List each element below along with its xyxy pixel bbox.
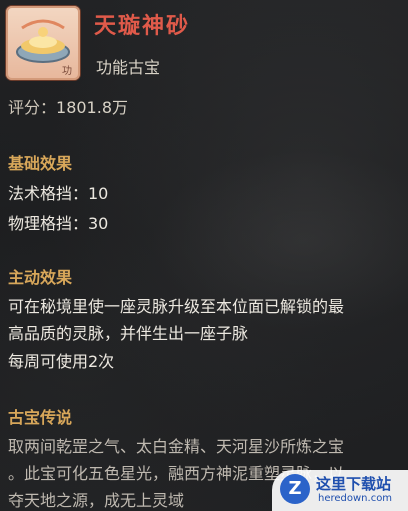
basic-effect-line: 物理格挡：30 — [8, 214, 109, 233]
item-tooltip-panel: 功 天璇神砂 功能古宝 评分：1801.8万 基础效果 法术格挡：10 物理格挡… — [0, 0, 408, 511]
lore-line: 夺天地之源，成无上灵域 — [8, 491, 185, 510]
active-effect-line: 高品质的灵脉，并伴生出一座子脉 — [8, 324, 249, 343]
icon-badge-text: 功 — [62, 65, 72, 77]
rating-label: 评分： — [8, 98, 57, 117]
watermark-title: 这里下载站 — [316, 475, 392, 493]
basic-effects-title: 基础效果 — [8, 154, 73, 173]
watermark-url: heredown.com — [318, 493, 393, 504]
site-watermark: Z 这里下载站 heredown.com — [272, 470, 408, 511]
basic-effect-line: 法术格挡：10 — [8, 184, 109, 203]
active-effect-line: 可在秘境里使一座灵脉升级至本位面已解锁的最 — [8, 297, 345, 316]
lore-line: 取两间乾罡之气、太白金精、天河星沙所炼之宝 — [8, 437, 345, 456]
active-effect-line: 每周可使用2次 — [8, 352, 115, 371]
item-name: 天璇神砂 — [94, 14, 191, 39]
active-effect-title: 主动效果 — [8, 268, 73, 287]
item-icon: 功 — [6, 6, 80, 80]
site-logo-icon: Z — [280, 474, 310, 504]
sand-bowl-icon: 功 — [16, 19, 72, 77]
lore-title: 古宝传说 — [8, 408, 73, 427]
rating-value: 1801.8万 — [56, 98, 129, 117]
item-type: 功能古宝 — [96, 58, 161, 77]
rating: 评分：1801.8万 — [8, 94, 128, 118]
